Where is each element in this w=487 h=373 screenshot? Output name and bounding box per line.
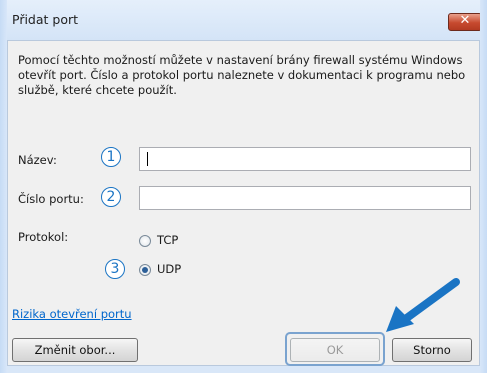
callout-2: 2 xyxy=(101,187,121,207)
change-scope-button[interactable]: Změnit obor... xyxy=(12,338,138,362)
udp-radio[interactable] xyxy=(139,264,151,276)
title-bar[interactable]: Přidat port ✕ xyxy=(0,0,487,40)
ok-button[interactable]: OK xyxy=(290,338,380,362)
port-number-field[interactable] xyxy=(139,186,471,210)
name-field[interactable] xyxy=(139,147,471,171)
tcp-radio[interactable] xyxy=(139,235,151,247)
port-label-text: Číslo portu: xyxy=(18,192,84,206)
description-text: Pomocí těchto možností můžete v nastaven… xyxy=(18,53,466,97)
window-title: Přidat port xyxy=(12,12,79,27)
window-frame-right xyxy=(480,0,487,373)
close-button[interactable]: ✕ xyxy=(448,13,482,31)
cancel-button[interactable]: Storno xyxy=(392,338,472,362)
text-caret xyxy=(147,152,148,166)
protocol-label: Protokol: xyxy=(18,230,69,244)
name-label-text: Název: xyxy=(18,153,57,167)
window-frame-left xyxy=(0,0,7,373)
port-label: Číslo portu: xyxy=(18,192,84,206)
tcp-label[interactable]: TCP xyxy=(157,233,178,247)
callout-1: 1 xyxy=(101,147,121,167)
add-port-dialog: Přidat port ✕ Pomocí těchto možností můž… xyxy=(0,0,487,373)
open-port-risks-link[interactable]: Rizika otevření portu xyxy=(12,307,132,321)
close-icon: ✕ xyxy=(459,13,471,28)
pointer-arrow-icon xyxy=(386,278,460,332)
callout-3: 3 xyxy=(105,259,125,279)
udp-label[interactable]: UDP xyxy=(157,262,181,276)
name-label: Název: xyxy=(18,153,57,167)
